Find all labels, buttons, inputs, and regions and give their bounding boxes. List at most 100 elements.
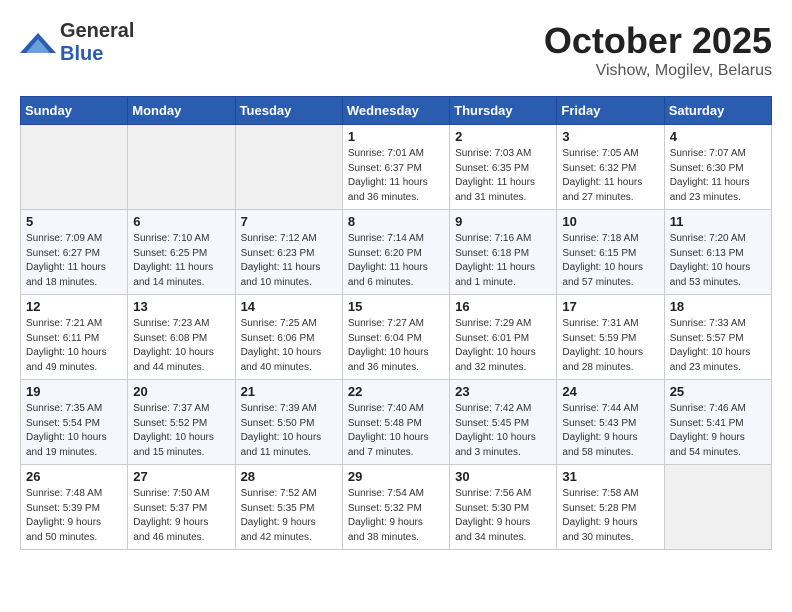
day-info: Sunrise: 7:23 AM Sunset: 6:08 PM Dayligh… bbox=[133, 317, 229, 375]
header: General Blue October 2025 Vishow, Mogile… bbox=[20, 20, 772, 80]
calendar-cell: 8 Sunrise: 7:14 AM Sunset: 6:20 PM Daylig… bbox=[342, 210, 449, 295]
day-number: 2 bbox=[455, 129, 551, 144]
weekday-header: Wednesday bbox=[342, 97, 449, 125]
calendar-cell: 14 Sunrise: 7:25 AM Sunset: 6:06 PM Dayli… bbox=[235, 295, 342, 380]
day-number: 22 bbox=[348, 384, 444, 399]
day-number: 29 bbox=[348, 469, 444, 484]
day-number: 15 bbox=[348, 299, 444, 314]
day-info: Sunrise: 7:21 AM Sunset: 6:11 PM Dayligh… bbox=[26, 317, 122, 375]
logo-icon bbox=[20, 29, 56, 57]
day-number: 21 bbox=[241, 384, 337, 399]
calendar-cell: 7Sunrise: 7:12 AM Sunset: 6:23 PM Daylig… bbox=[235, 210, 342, 295]
calendar-cell: 5Sunrise: 7:09 AM Sunset: 6:27 PM Daylig… bbox=[21, 210, 128, 295]
calendar-cell: 12 Sunrise: 7:21 AM Sunset: 6:11 PM Dayli… bbox=[21, 295, 128, 380]
calendar-cell: 31Sunrise: 7:58 AM Sunset: 5:28 PM Dayli… bbox=[557, 465, 664, 550]
calendar-cell: 21 Sunrise: 7:39 AM Sunset: 5:50 PM Dayli… bbox=[235, 380, 342, 465]
location: Vishow, Mogilev, Belarus bbox=[544, 62, 772, 80]
day-info: Sunrise: 7:25 AM Sunset: 6:06 PM Dayligh… bbox=[241, 317, 337, 375]
calendar-cell: 3Sunrise: 7:05 AM Sunset: 6:32 PM Daylig… bbox=[557, 125, 664, 210]
day-number: 31 bbox=[562, 469, 658, 484]
calendar-cell: 17 Sunrise: 7:31 AM Sunset: 5:59 PM Dayli… bbox=[557, 295, 664, 380]
day-info: Sunrise: 7:48 AM Sunset: 5:39 PM Dayligh… bbox=[26, 487, 122, 545]
calendar-cell: 30Sunrise: 7:56 AM Sunset: 5:30 PM Dayli… bbox=[450, 465, 557, 550]
day-info: Sunrise: 7:54 AM Sunset: 5:32 PM Dayligh… bbox=[348, 487, 444, 545]
calendar-table: SundayMondayTuesdayWednesdayThursdayFrid… bbox=[20, 96, 772, 550]
calendar-cell: 18 Sunrise: 7:33 AM Sunset: 5:57 PM Dayli… bbox=[664, 295, 771, 380]
day-info: Sunrise: 7:39 AM Sunset: 5:50 PM Dayligh… bbox=[241, 402, 337, 460]
day-number: 20 bbox=[133, 384, 229, 399]
calendar-cell: 19Sunrise: 7:35 AM Sunset: 5:54 PM Dayli… bbox=[21, 380, 128, 465]
calendar-cell: 20 Sunrise: 7:37 AM Sunset: 5:52 PM Dayli… bbox=[128, 380, 235, 465]
day-info: Sunrise: 7:07 AM Sunset: 6:30 PM Dayligh… bbox=[670, 147, 766, 205]
weekday-header: Monday bbox=[128, 97, 235, 125]
calendar-cell bbox=[21, 125, 128, 210]
day-info: Sunrise: 7:12 AM Sunset: 6:23 PM Dayligh… bbox=[241, 232, 337, 290]
calendar-cell: 23 Sunrise: 7:42 AM Sunset: 5:45 PM Dayli… bbox=[450, 380, 557, 465]
day-number: 3 bbox=[562, 129, 658, 144]
day-number: 13 bbox=[133, 299, 229, 314]
day-number: 8 bbox=[348, 214, 444, 229]
day-number: 6 bbox=[133, 214, 229, 229]
calendar-cell: 9 Sunrise: 7:16 AM Sunset: 6:18 PM Daylig… bbox=[450, 210, 557, 295]
calendar-cell: 10Sunrise: 7:18 AM Sunset: 6:15 PM Dayli… bbox=[557, 210, 664, 295]
day-number: 5 bbox=[26, 214, 122, 229]
month-title: October 2025 bbox=[544, 20, 772, 62]
calendar-cell: 13 Sunrise: 7:23 AM Sunset: 6:08 PM Dayli… bbox=[128, 295, 235, 380]
day-info: Sunrise: 7:31 AM Sunset: 5:59 PM Dayligh… bbox=[562, 317, 658, 375]
day-info: Sunrise: 7:29 AM Sunset: 6:01 PM Dayligh… bbox=[455, 317, 551, 375]
calendar-cell bbox=[128, 125, 235, 210]
calendar-cell: 2Sunrise: 7:03 AM Sunset: 6:35 PM Daylig… bbox=[450, 125, 557, 210]
title-area: October 2025 Vishow, Mogilev, Belarus bbox=[544, 20, 772, 80]
calendar-cell: 16 Sunrise: 7:29 AM Sunset: 6:01 PM Dayli… bbox=[450, 295, 557, 380]
day-number: 9 bbox=[455, 214, 551, 229]
day-info: Sunrise: 7:16 AM Sunset: 6:18 PM Dayligh… bbox=[455, 232, 551, 290]
day-info: Sunrise: 7:10 AM Sunset: 6:25 PM Dayligh… bbox=[133, 232, 229, 290]
calendar-cell: 24 Sunrise: 7:44 AM Sunset: 5:43 PM Dayli… bbox=[557, 380, 664, 465]
day-number: 23 bbox=[455, 384, 551, 399]
calendar-cell: 11Sunrise: 7:20 AM Sunset: 6:13 PM Dayli… bbox=[664, 210, 771, 295]
calendar-cell: 25 Sunrise: 7:46 AM Sunset: 5:41 PM Dayli… bbox=[664, 380, 771, 465]
day-number: 12 bbox=[26, 299, 122, 314]
day-number: 17 bbox=[562, 299, 658, 314]
calendar-week-row: 1 Sunrise: 7:01 AM Sunset: 6:37 PM Daylig… bbox=[21, 125, 772, 210]
day-info: Sunrise: 7:52 AM Sunset: 5:35 PM Dayligh… bbox=[241, 487, 337, 545]
logo-blue: Blue bbox=[60, 43, 103, 65]
calendar-week-row: 12 Sunrise: 7:21 AM Sunset: 6:11 PM Dayli… bbox=[21, 295, 772, 380]
day-info: Sunrise: 7:46 AM Sunset: 5:41 PM Dayligh… bbox=[670, 402, 766, 460]
day-info: Sunrise: 7:42 AM Sunset: 5:45 PM Dayligh… bbox=[455, 402, 551, 460]
day-number: 24 bbox=[562, 384, 658, 399]
day-number: 1 bbox=[348, 129, 444, 144]
day-number: 4 bbox=[670, 129, 766, 144]
calendar-cell: 27Sunrise: 7:50 AM Sunset: 5:37 PM Dayli… bbox=[128, 465, 235, 550]
calendar-cell: 28Sunrise: 7:52 AM Sunset: 5:35 PM Dayli… bbox=[235, 465, 342, 550]
day-info: Sunrise: 7:37 AM Sunset: 5:52 PM Dayligh… bbox=[133, 402, 229, 460]
calendar-cell: 1 Sunrise: 7:01 AM Sunset: 6:37 PM Daylig… bbox=[342, 125, 449, 210]
day-info: Sunrise: 7:33 AM Sunset: 5:57 PM Dayligh… bbox=[670, 317, 766, 375]
day-info: Sunrise: 7:56 AM Sunset: 5:30 PM Dayligh… bbox=[455, 487, 551, 545]
calendar-cell: 6 Sunrise: 7:10 AM Sunset: 6:25 PM Daylig… bbox=[128, 210, 235, 295]
weekday-header: Saturday bbox=[664, 97, 771, 125]
day-number: 26 bbox=[26, 469, 122, 484]
calendar-week-row: 19Sunrise: 7:35 AM Sunset: 5:54 PM Dayli… bbox=[21, 380, 772, 465]
calendar-cell: 22 Sunrise: 7:40 AM Sunset: 5:48 PM Dayli… bbox=[342, 380, 449, 465]
day-number: 18 bbox=[670, 299, 766, 314]
calendar-cell bbox=[235, 125, 342, 210]
logo: General Blue bbox=[20, 20, 134, 66]
day-info: Sunrise: 7:27 AM Sunset: 6:04 PM Dayligh… bbox=[348, 317, 444, 375]
calendar-cell: 4 Sunrise: 7:07 AM Sunset: 6:30 PM Daylig… bbox=[664, 125, 771, 210]
calendar-cell: 15 Sunrise: 7:27 AM Sunset: 6:04 PM Dayli… bbox=[342, 295, 449, 380]
day-info: Sunrise: 7:35 AM Sunset: 5:54 PM Dayligh… bbox=[26, 402, 122, 460]
day-number: 11 bbox=[670, 214, 766, 229]
calendar-cell bbox=[664, 465, 771, 550]
calendar-cell: 26 Sunrise: 7:48 AM Sunset: 5:39 PM Dayli… bbox=[21, 465, 128, 550]
day-number: 25 bbox=[670, 384, 766, 399]
day-info: Sunrise: 7:01 AM Sunset: 6:37 PM Dayligh… bbox=[348, 147, 444, 205]
weekday-header: Thursday bbox=[450, 97, 557, 125]
day-info: Sunrise: 7:44 AM Sunset: 5:43 PM Dayligh… bbox=[562, 402, 658, 460]
day-number: 16 bbox=[455, 299, 551, 314]
day-info: Sunrise: 7:40 AM Sunset: 5:48 PM Dayligh… bbox=[348, 402, 444, 460]
day-number: 10 bbox=[562, 214, 658, 229]
day-number: 14 bbox=[241, 299, 337, 314]
day-info: Sunrise: 7:14 AM Sunset: 6:20 PM Dayligh… bbox=[348, 232, 444, 290]
logo-general: General bbox=[60, 20, 134, 42]
